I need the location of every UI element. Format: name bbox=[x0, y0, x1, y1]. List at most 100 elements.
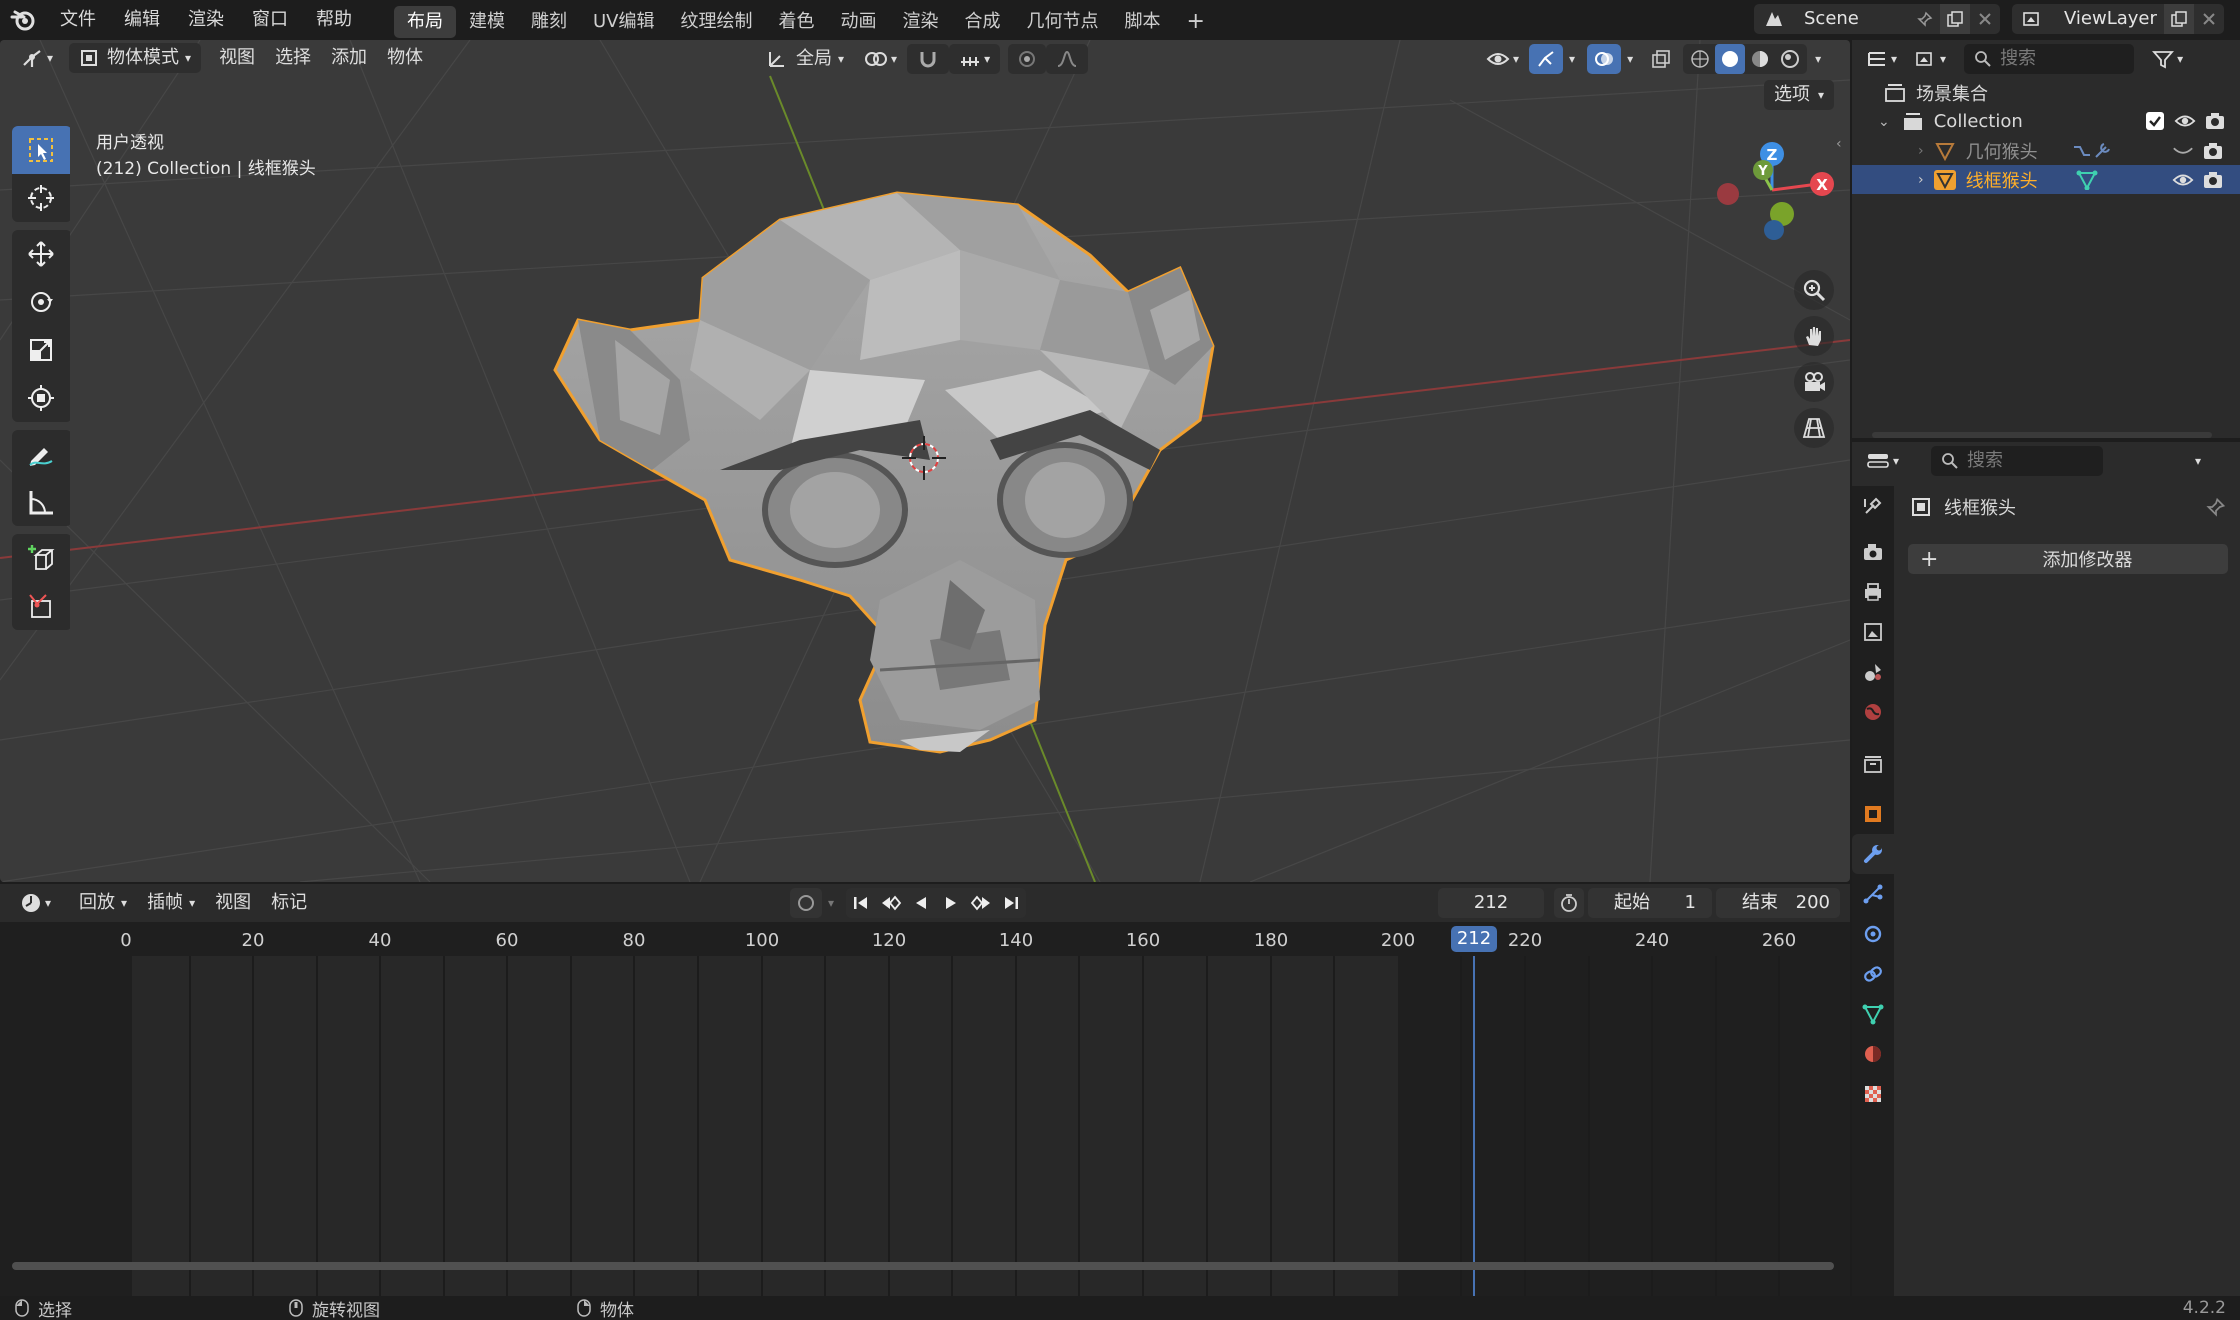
tab-texture-paint[interactable]: 纹理绘制 bbox=[668, 6, 766, 38]
view-layer-selector-icon[interactable] bbox=[2012, 4, 2054, 34]
end-frame-field[interactable]: 结束 200 bbox=[1716, 888, 1840, 918]
select-box-tool[interactable] bbox=[12, 126, 70, 174]
tab-animation[interactable]: 动画 bbox=[828, 6, 890, 38]
add-cube-tool[interactable] bbox=[12, 534, 70, 582]
visibility-dropdown[interactable]: ▾ bbox=[1476, 44, 1529, 74]
auto-keying-dropdown[interactable]: ▾ bbox=[822, 888, 840, 918]
keying-menu[interactable]: 插帧 ▾ bbox=[137, 888, 205, 918]
render-camera-icon[interactable] bbox=[2204, 111, 2226, 131]
pin-icon[interactable] bbox=[1910, 4, 1940, 34]
preview-range-icon[interactable] bbox=[1554, 888, 1584, 918]
play-reverse-icon[interactable] bbox=[906, 888, 936, 918]
editor-type-icon[interactable]: ▾ bbox=[10, 43, 63, 73]
scene-collection-row[interactable]: 场景集合 bbox=[1852, 78, 2240, 107]
outliner-item-wireframe-monkey[interactable]: › 线框猴头 bbox=[1852, 165, 2240, 194]
item-expand-icon[interactable]: › bbox=[1918, 143, 1924, 159]
mode-dropdown[interactable]: 物体模式 ▾ bbox=[69, 43, 202, 73]
scale-tool[interactable] bbox=[12, 326, 70, 374]
transform-tool[interactable] bbox=[12, 374, 70, 422]
tab-collection[interactable] bbox=[1852, 744, 1894, 784]
new-scene-icon[interactable] bbox=[1940, 4, 1970, 34]
properties-options-dropdown[interactable]: ▾ bbox=[2185, 446, 2211, 476]
tab-object[interactable] bbox=[1852, 794, 1894, 834]
scene-selector-icon[interactable] bbox=[1754, 4, 1794, 34]
pivot-point-dropdown[interactable]: ▾ bbox=[854, 44, 907, 74]
rendered-shading-icon[interactable] bbox=[1775, 44, 1805, 74]
pin-icon[interactable] bbox=[2206, 497, 2226, 517]
menu-edit[interactable]: 编辑 bbox=[110, 0, 174, 40]
snap-toggle[interactable] bbox=[907, 44, 950, 74]
tab-view-layer[interactable] bbox=[1852, 612, 1894, 652]
menu-file[interactable]: 文件 bbox=[46, 0, 110, 40]
timeline-editor[interactable]: ▾ 回放 ▾ 插帧 ▾ 视图 标记 ▾ 212 起始 1 结束 200 0 20… bbox=[0, 884, 1850, 1296]
filter-dropdown[interactable]: ▾ bbox=[2146, 44, 2189, 74]
options-dropdown[interactable]: 选项 ▾ bbox=[1764, 80, 1835, 110]
playhead-frame-badge[interactable]: 212 bbox=[1451, 926, 1497, 952]
tab-texture[interactable] bbox=[1852, 1074, 1894, 1114]
xray-toggle[interactable] bbox=[1645, 44, 1677, 74]
shading-dropdown[interactable]: ▾ bbox=[1807, 44, 1829, 74]
tab-uv-editing[interactable]: UV编辑 bbox=[580, 6, 668, 38]
tab-compositing[interactable]: 合成 bbox=[952, 6, 1014, 38]
tab-modeling[interactable]: 建模 bbox=[456, 6, 518, 38]
next-keyframe-icon[interactable] bbox=[966, 888, 996, 918]
material-shading-icon[interactable] bbox=[1745, 44, 1775, 74]
pan-button[interactable] bbox=[1794, 316, 1834, 356]
current-frame-field[interactable]: 212 bbox=[1438, 888, 1544, 918]
outliner-editor-type-icon[interactable]: ▾ bbox=[1860, 44, 1903, 74]
delete-scene-icon[interactable] bbox=[1970, 4, 2000, 34]
frame-ruler[interactable]: 0 20 40 60 80 100 120 140 160 180 200 22… bbox=[0, 922, 1850, 956]
tab-world[interactable] bbox=[1852, 692, 1894, 732]
blender-logo-icon[interactable] bbox=[0, 0, 46, 40]
solid-shading-icon[interactable] bbox=[1715, 44, 1746, 74]
menu-add[interactable]: 添加 bbox=[321, 43, 377, 73]
tab-data[interactable] bbox=[1852, 994, 1894, 1034]
eye-icon[interactable] bbox=[2174, 112, 2196, 130]
outliner-item-geometry-monkey[interactable]: › 几何猴头 bbox=[1852, 136, 2240, 165]
gizmo-dropdown[interactable]: ▾ bbox=[1563, 44, 1581, 74]
tab-render[interactable] bbox=[1852, 532, 1894, 572]
prev-keyframe-icon[interactable] bbox=[876, 888, 906, 918]
transform-orientation-dropdown[interactable]: 全局 ▾ bbox=[756, 44, 854, 74]
menu-object[interactable]: 物体 bbox=[377, 43, 433, 73]
scene-name-field[interactable]: Scene bbox=[1794, 4, 1910, 34]
menu-render[interactable]: 渲染 bbox=[174, 0, 238, 40]
wireframe-shading-icon[interactable] bbox=[1685, 44, 1715, 74]
add-modifier-button[interactable]: + 添加修改器 bbox=[1908, 544, 2228, 574]
tab-tool[interactable] bbox=[1852, 486, 1894, 526]
timeline-editor-type-icon[interactable]: ▾ bbox=[10, 888, 61, 918]
tab-particles[interactable] bbox=[1852, 874, 1894, 914]
tab-sculpting[interactable]: 雕刻 bbox=[518, 6, 580, 38]
menu-window[interactable]: 窗口 bbox=[238, 0, 302, 40]
tab-layout[interactable]: 布局 bbox=[394, 6, 456, 38]
tab-scripting[interactable]: 脚本 bbox=[1112, 6, 1174, 38]
properties-editor-type-icon[interactable]: ▾ bbox=[1860, 446, 1905, 476]
menu-select[interactable]: 选择 bbox=[265, 43, 321, 73]
collection-checkbox[interactable] bbox=[2146, 112, 2164, 130]
auto-keying-toggle[interactable] bbox=[790, 888, 822, 918]
snap-target-dropdown[interactable]: ▾ bbox=[949, 44, 1001, 74]
render-camera-icon[interactable] bbox=[2202, 141, 2224, 161]
jump-start-icon[interactable] bbox=[846, 888, 876, 918]
overlays-toggle[interactable] bbox=[1587, 44, 1622, 74]
outliner[interactable]: ▾ ▾ 搜索 ▾ 场景集合 ⌄ Collection › 几何猴头 › 线框猴头 bbox=[1852, 40, 2240, 438]
camera-view-button[interactable] bbox=[1794, 362, 1834, 402]
tab-modifiers[interactable] bbox=[1852, 834, 1894, 874]
eye-icon[interactable] bbox=[2172, 171, 2194, 189]
3d-viewport[interactable]: ▾ 物体模式 ▾ 视图 选择 添加 物体 全局 ▾ ▾ ▾ ▾ ▾ ▾ ▾ 选项… bbox=[0, 40, 1850, 882]
add-workspace-button[interactable]: + bbox=[1174, 6, 1218, 38]
timeline-view-menu[interactable]: 视图 bbox=[205, 888, 261, 918]
falloff-dropdown[interactable] bbox=[1046, 44, 1089, 74]
perspective-toggle-button[interactable] bbox=[1794, 408, 1834, 448]
tab-material[interactable] bbox=[1852, 1034, 1894, 1074]
gizmo-toggle[interactable] bbox=[1529, 44, 1564, 74]
sidebar-toggle-arrow[interactable]: ‹ bbox=[1836, 136, 1842, 152]
menu-view[interactable]: 视图 bbox=[209, 43, 265, 73]
tab-rendering[interactable]: 渲染 bbox=[890, 6, 952, 38]
start-frame-field[interactable]: 起始 1 bbox=[1588, 888, 1712, 918]
properties-search[interactable]: 搜索 bbox=[1931, 446, 2104, 476]
properties-editor[interactable]: ▾ 搜索 ▾ 线框猴头 + 添加修改器 bbox=[1852, 442, 2240, 1296]
rotate-tool[interactable] bbox=[12, 278, 70, 326]
cursor-tool[interactable] bbox=[12, 174, 70, 222]
navigation-gizmo[interactable]: Z X Y bbox=[1708, 134, 1848, 284]
